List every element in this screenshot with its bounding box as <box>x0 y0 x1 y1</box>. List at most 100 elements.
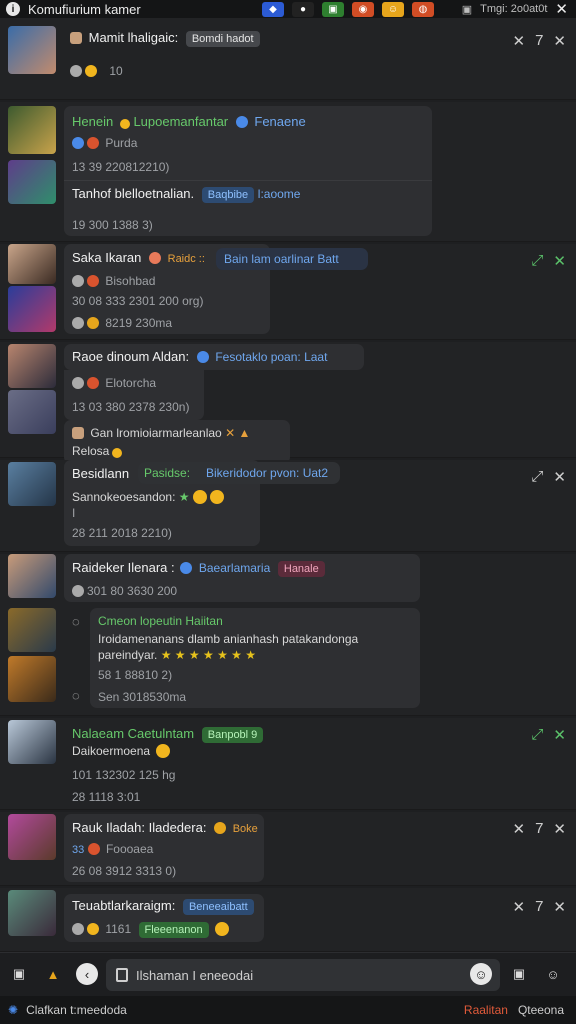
timestamp: 28 1118 3:01 <box>72 790 141 804</box>
avatar[interactable] <box>8 26 56 74</box>
avatar[interactable] <box>8 344 56 388</box>
list-item[interactable]: Mamit lhaligaic: Bomdi hadot 10 ✕ 7 ✕ <box>0 18 576 100</box>
pin-icon[interactable]: 7 <box>535 898 543 916</box>
avatar[interactable] <box>8 286 56 332</box>
smile-icon[interactable]: ☺ <box>382 1 404 17</box>
close-icon[interactable]: ✕ <box>553 468 566 486</box>
link-icon[interactable]: ◌ <box>72 614 80 629</box>
post-actions: ✕ 7 ✕ <box>513 898 567 916</box>
avatar[interactable] <box>8 554 56 598</box>
reaction-count: 10 <box>109 64 123 78</box>
avatar[interactable] <box>8 462 56 506</box>
message-text: Iroidamenanans dlamb anianhash patakando… <box>98 632 359 646</box>
message-bubble: Rauk Iladah: Iladedera: Boke 33 Foooaea … <box>64 814 264 882</box>
settings-icon[interactable]: ✺ <box>8 1003 18 1017</box>
pin-icon[interactable]: 7 <box>535 820 543 838</box>
close-icon[interactable]: ✕ <box>555 0 568 18</box>
github-icon[interactable]: ● <box>292 1 314 17</box>
author-name[interactable]: Teuabtlarkaraigm: <box>72 898 175 913</box>
avatar[interactable] <box>8 390 56 434</box>
dropbox-icon[interactable]: ◆ <box>262 1 284 17</box>
message-text: Sannokeoesandon: ★ <box>72 490 224 504</box>
message-text: Elotorcha <box>72 376 156 390</box>
close-icon[interactable]: ✕ <box>553 820 566 838</box>
toolbar-icons: ◆ ● ▣ ◉ ☺ ◍ <box>262 0 434 18</box>
badge: Baqbibe <box>201 186 255 203</box>
timestamp: 301 80 3630 200 <box>72 584 177 598</box>
window-icon[interactable]: ▣ <box>462 3 472 16</box>
smile-icon[interactable]: ☺ <box>542 963 564 985</box>
expand-icon[interactable]: ⤢ <box>531 726 543 744</box>
footer-link[interactable]: Qteeona <box>518 1003 564 1017</box>
message-text: 33 Foooaea <box>72 842 154 856</box>
list-item[interactable]: Rauk Iladah: Iladedera: Boke 33 Foooaea … <box>0 812 576 886</box>
collapse-icon[interactable]: ✕ <box>513 32 526 50</box>
bubble-header: Saka Ikaran Raidc :: <box>72 250 205 265</box>
avatar[interactable] <box>8 106 56 154</box>
message-text: Tanhof blelloetnalian. Baqbibe l:aoome <box>72 186 301 203</box>
avatar[interactable] <box>8 890 56 936</box>
post-actions: ✕ 7 ✕ <box>513 820 567 838</box>
avatar[interactable] <box>8 656 56 702</box>
message-text: Daikoermoena <box>72 744 171 758</box>
home-icon[interactable]: ▣ <box>8 963 30 985</box>
author-name[interactable]: Saka Ikaran <box>72 250 141 265</box>
post-actions: ✕ 7 ✕ <box>513 32 567 50</box>
author-name[interactable]: Besidlann <box>72 466 129 481</box>
orange-app-icon[interactable]: ◉ <box>352 1 374 17</box>
close-icon[interactable]: ✕ <box>553 898 566 916</box>
close-icon[interactable]: ✕ <box>553 252 566 270</box>
title-bar-right: ▣ Tmgi: 2o0at0t ✕ <box>462 0 568 18</box>
footer-right: Raalitan Qteeona <box>464 1003 564 1017</box>
message-bubble: Raideker Ilenara : Baearlamaria Hanale 3… <box>64 554 420 602</box>
close-icon[interactable]: ✕ <box>553 726 566 744</box>
list-item[interactable]: Raideker Ilenara : Baearlamaria Hanale 3… <box>0 554 576 716</box>
thumbs-up-icon[interactable]: ▲ <box>42 963 64 985</box>
back-icon[interactable]: ‹ <box>76 963 98 985</box>
list-item[interactable]: Teuabtlarkaraigm: Beneeaibatt 1161 Fleee… <box>0 888 576 952</box>
author-name[interactable]: Mamit lhaligaic: <box>89 30 179 45</box>
status-bar: ✺ Clafkan t:meedoda Raalitan Qteeona <box>0 996 576 1024</box>
green-app-icon[interactable]: ▣ <box>322 1 344 17</box>
list-item[interactable]: Nalaeam Caetulntam Banpobl 9 Daikoermoen… <box>0 718 576 810</box>
list-item[interactable]: Besidlann Sannokeoesandon: ★ I 28 211 20… <box>0 460 576 552</box>
collapse-icon[interactable]: ✕ <box>513 820 526 838</box>
message-text: Relosa <box>72 444 123 458</box>
title-bar: i Komufiurium kamer ◆ ● ▣ ◉ ☺ ◍ ▣ Tmgi: … <box>0 0 576 18</box>
avatar[interactable] <box>8 814 56 860</box>
footer-link[interactable]: Raalitan <box>464 1003 508 1017</box>
pin-icon[interactable]: 7 <box>535 32 543 50</box>
message-bubble: Raoe dinoum Aldan: Fesotaklo poan: Laat <box>64 344 364 370</box>
collapse-icon[interactable]: ✕ <box>513 898 526 916</box>
expand-icon[interactable]: ⤢ <box>531 468 543 486</box>
reaction-row: 10 <box>70 64 123 78</box>
bag-icon[interactable]: ▣ <box>508 963 530 985</box>
author-name[interactable]: Raoe dinoum Aldan: <box>72 349 189 364</box>
message-text: I <box>72 506 76 520</box>
message-text: Bisohbad <box>72 274 155 288</box>
list-item[interactable]: Henein Lupoemanfantar Fenaene Purda 13 3… <box>0 102 576 242</box>
bubble-header: Raoe dinoum Aldan: Fesotaklo poan: Laat <box>72 349 328 364</box>
avatar[interactable] <box>8 608 56 652</box>
quote-header: Cmeon lopeutin Haiitan <box>98 614 223 628</box>
list-item[interactable]: Raoe dinoum Aldan: Fesotaklo poan: Laat … <box>0 342 576 464</box>
message-input[interactable]: Ilshaman I eneeodai <box>106 959 500 991</box>
message-text: pareindyar. ★ ★ ★ ★ ★ ★ ★ <box>98 648 257 662</box>
close-icon[interactable]: ✕ <box>553 32 566 50</box>
reddit-icon[interactable]: ◍ <box>412 1 434 17</box>
author-name[interactable]: Henein <box>72 114 113 129</box>
emoji-icon[interactable]: ☺ <box>470 963 492 985</box>
list-item[interactable]: Saka Ikaran Raidc :: Bisohbad 30 08 333 … <box>0 244 576 340</box>
bubble-header: Teuabtlarkaraigm: Beneeaibatt <box>72 898 254 915</box>
bubble-header: Raideker Ilenara : Baearlamaria Hanale <box>72 560 325 577</box>
link-icon[interactable]: ◌ <box>72 688 80 703</box>
badge-bubble: Bain lam oarlinar Batt <box>216 248 368 270</box>
avatar[interactable] <box>8 160 56 204</box>
author-name[interactable]: Raideker Ilenara : <box>72 560 175 575</box>
post-actions: ⤢ ✕ <box>531 252 566 270</box>
author-name[interactable]: Nalaeam Caetulntam <box>72 726 194 741</box>
author-name[interactable]: Rauk Iladah: Iladedera: <box>72 820 206 835</box>
expand-icon[interactable]: ⤢ <box>531 252 543 270</box>
avatar[interactable] <box>8 720 56 764</box>
avatar[interactable] <box>8 244 56 284</box>
